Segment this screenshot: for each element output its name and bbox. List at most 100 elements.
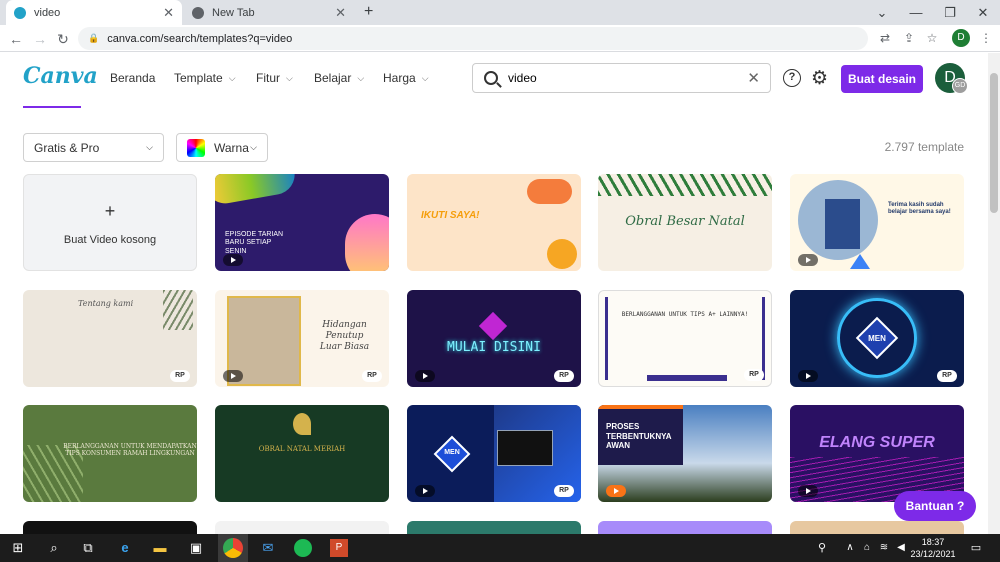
template-card[interactable]: MULAI DISINI RP xyxy=(407,290,581,387)
volume-icon[interactable]: ◀ xyxy=(891,538,911,558)
nav-harga[interactable]: Harga ⌵ xyxy=(383,71,429,85)
template-card[interactable]: Obral Besar Natal xyxy=(598,174,772,271)
template-card[interactable]: OBRAL NATAL MERIAH xyxy=(215,405,389,502)
new-tab-icon[interactable]: + xyxy=(364,3,373,21)
page-scrollbar[interactable] xyxy=(988,53,1000,534)
pro-badge: RP xyxy=(554,485,574,497)
blank-video-card[interactable]: + Buat Video kosong xyxy=(23,174,197,271)
plan-filter-dropdown[interactable]: Gratis & Pro ⌵ xyxy=(23,133,164,162)
team-avatar-badge: GD xyxy=(952,78,968,94)
wave-decoration xyxy=(345,214,389,271)
template-card[interactable]: MEN RP xyxy=(790,290,964,387)
reload-icon[interactable]: ↻ xyxy=(53,29,73,49)
people-icon[interactable]: ⚲ xyxy=(812,538,832,558)
translate-icon[interactable]: ⇄ xyxy=(877,30,893,46)
play-icon xyxy=(415,485,435,497)
search-icon xyxy=(484,71,498,85)
help-button[interactable]: Bantuan ? xyxy=(894,491,976,521)
close-tab-icon[interactable]: ✕ xyxy=(163,5,174,21)
store-icon[interactable]: ▣ xyxy=(186,538,206,558)
template-card[interactable]: BERLANGGANAN UNTUK TIPS A+ LAINNYA! RP xyxy=(598,290,772,387)
help-icon[interactable]: ? xyxy=(783,69,801,87)
nav-fitur[interactable]: Fitur ⌵ xyxy=(256,71,293,85)
template-title: Hidangan Penutup Luar Biasa xyxy=(319,320,370,352)
maximize-icon[interactable]: ❐ xyxy=(933,0,967,25)
template-card[interactable] xyxy=(407,521,581,534)
tab-video[interactable]: video ✕ xyxy=(6,0,182,25)
template-card[interactable] xyxy=(23,521,197,534)
accent-bar xyxy=(598,405,683,409)
search-box[interactable]: ✕ xyxy=(472,63,771,93)
template-title: Tentang kami xyxy=(78,299,134,308)
template-count: 2.797 template xyxy=(884,140,964,154)
template-title: MULAI DISINI xyxy=(447,340,541,355)
menu-dots-icon[interactable]: ⋮ xyxy=(978,30,994,46)
shape-decoration xyxy=(547,239,577,269)
scrollbar-thumb[interactable] xyxy=(990,73,998,213)
plus-icon: + xyxy=(104,201,116,221)
taskbar: ⊞ ⌕ ⧉ e ▬ ▣ ✉ P ⚲ ∧ ⌂ ≋ ◀ 18:37 23/12/20… xyxy=(0,534,1000,562)
template-card[interactable]: IKUTI SAYA! xyxy=(407,174,581,271)
template-title: EPISODE TARIAN BARU SETIAP SENIN xyxy=(225,231,284,255)
play-icon xyxy=(223,370,243,382)
button-decoration xyxy=(647,375,727,381)
create-design-button[interactable]: Buat desain xyxy=(841,65,923,93)
back-icon[interactable]: ← xyxy=(6,29,26,49)
tab-title: video xyxy=(34,6,61,19)
chevron-down-icon: ⌵ xyxy=(146,142,153,152)
tab-new-tab[interactable]: New Tab ✕ xyxy=(184,0,354,25)
template-card[interactable] xyxy=(598,521,772,534)
forward-icon[interactable]: → xyxy=(30,29,50,49)
nav-beranda[interactable]: Beranda xyxy=(110,71,155,85)
template-card[interactable]: ELANG SUPER xyxy=(790,405,964,502)
nav-belajar[interactable]: Belajar ⌵ xyxy=(314,71,364,85)
shape-decoration xyxy=(527,179,572,204)
share-icon[interactable]: ⇪ xyxy=(901,30,917,46)
clear-search-icon[interactable]: ✕ xyxy=(747,69,760,87)
bookmark-star-icon[interactable]: ☆ xyxy=(924,30,940,46)
chevron-down-icon: ⌵ xyxy=(228,72,236,83)
template-card[interactable]: BERLANGGANAN UNTUK MENDAPATKAN TIPS KONS… xyxy=(23,405,197,502)
template-title: IKUTI SAYA! xyxy=(421,210,480,221)
nav-template[interactable]: Template ⌵ xyxy=(174,71,236,85)
chrome-icon[interactable] xyxy=(223,538,243,558)
notification-icon[interactable]: ▭ xyxy=(966,538,986,558)
nav-label: Template xyxy=(174,71,223,85)
windows-start-icon[interactable]: ⊞ xyxy=(8,538,28,558)
template-card[interactable]: Terima kasih sudah belajar bersama saya! xyxy=(790,174,964,271)
powerpoint-icon[interactable]: P xyxy=(330,539,348,557)
template-title: MEN xyxy=(868,334,886,343)
video-frame xyxy=(497,430,553,466)
edge-icon[interactable]: e xyxy=(115,538,135,558)
template-card[interactable] xyxy=(790,521,964,534)
play-icon xyxy=(798,370,818,382)
color-filter-dropdown[interactable]: Warna ⌵ xyxy=(176,133,268,162)
template-title: ELANG SUPER xyxy=(819,434,935,451)
address-bar[interactable]: 🔒 canva.com/search/templates?q=video xyxy=(78,27,868,50)
task-view-icon[interactable]: ⧉ xyxy=(78,538,98,558)
chevron-down-icon: ⌵ xyxy=(250,142,257,152)
template-card[interactable]: Hidangan Penutup Luar Biasa RP xyxy=(215,290,389,387)
system-clock[interactable]: 18:37 23/12/2021 xyxy=(910,536,956,560)
spotify-icon[interactable] xyxy=(294,539,312,557)
close-window-icon[interactable]: ✕ xyxy=(966,0,1000,25)
nav-label: Beranda xyxy=(110,71,156,85)
canva-logo[interactable]: Canva xyxy=(23,63,98,89)
tab-search-icon[interactable]: ⌄ xyxy=(865,0,899,25)
template-card[interactable]: MEN RP xyxy=(407,405,581,502)
file-explorer-icon[interactable]: ▬ xyxy=(150,538,170,558)
template-card[interactable] xyxy=(215,521,389,534)
url-text: canva.com/search/templates?q=video xyxy=(107,32,293,45)
gear-icon[interactable]: ⚙ xyxy=(811,67,828,90)
close-tab-icon[interactable]: ✕ xyxy=(335,5,346,21)
template-title: Obral Besar Natal xyxy=(625,214,745,229)
leaf-decoration xyxy=(598,174,772,196)
search-input[interactable] xyxy=(508,71,728,85)
minimize-icon[interactable]: — xyxy=(899,0,933,25)
template-card[interactable]: Tentang kami RP xyxy=(23,290,197,387)
template-card[interactable]: PROSES TERBENTUKNYA AWAN xyxy=(598,405,772,502)
template-card[interactable]: EPISODE TARIAN BARU SETIAP SENIN xyxy=(215,174,389,271)
profile-avatar[interactable]: D xyxy=(952,29,970,47)
mail-icon[interactable]: ✉ xyxy=(258,538,278,558)
search-icon[interactable]: ⌕ xyxy=(44,538,64,558)
